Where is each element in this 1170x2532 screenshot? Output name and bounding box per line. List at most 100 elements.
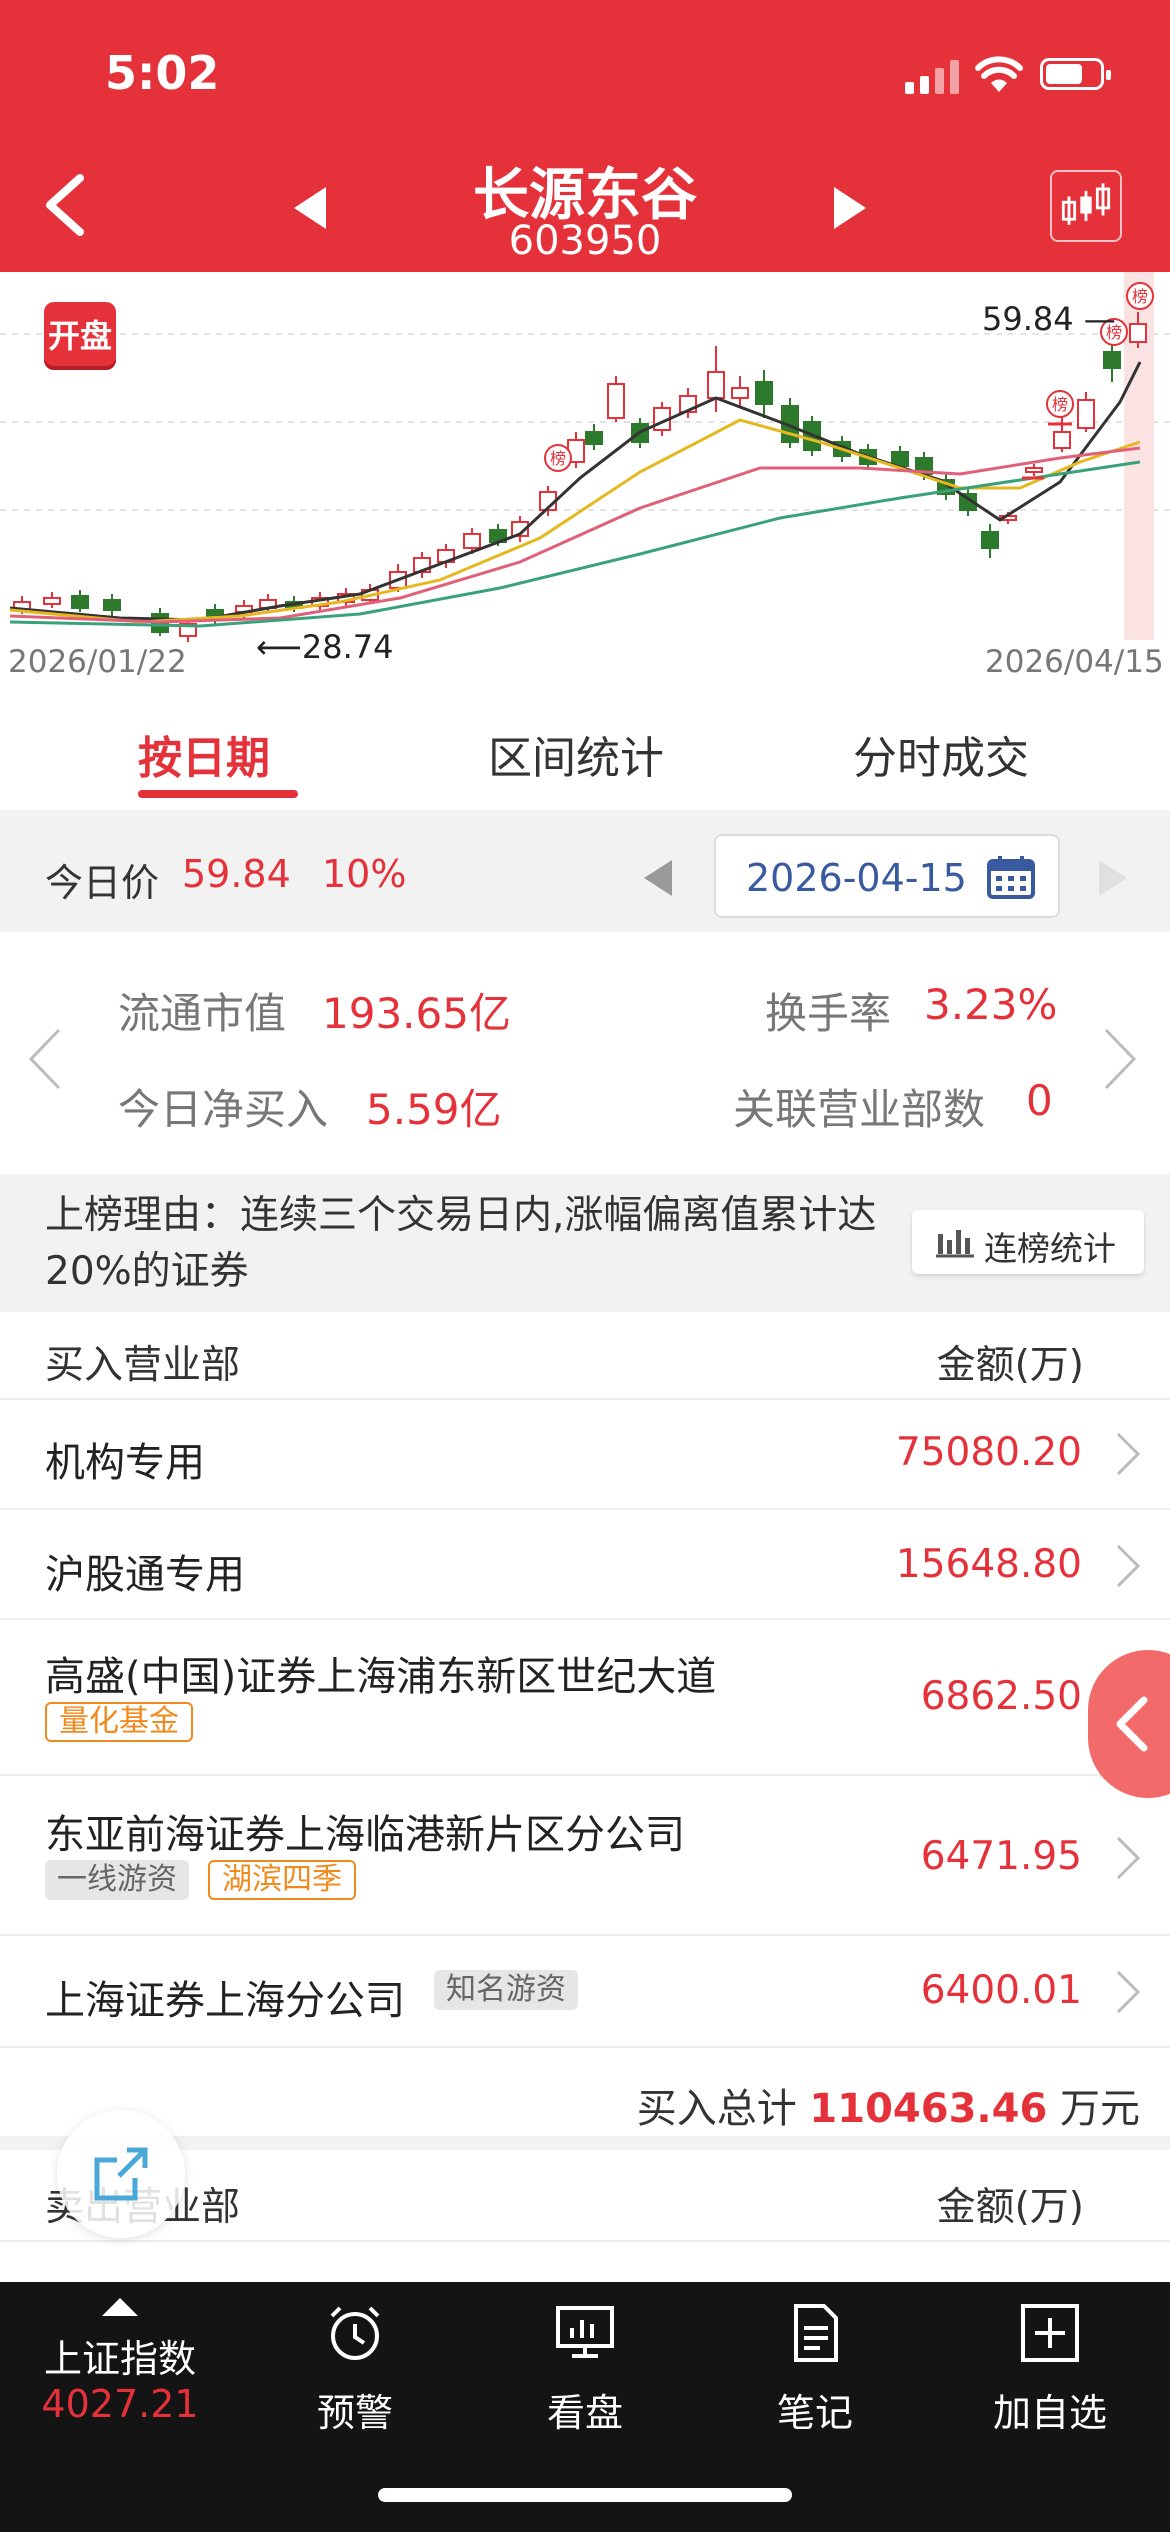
- candle-body: [463, 533, 481, 549]
- note-icon: [794, 2304, 838, 2362]
- branches-label: 关联营业部数: [733, 1085, 986, 1134]
- tab-by-date[interactable]: 按日期: [138, 722, 270, 786]
- buy-amount: 6471.95: [920, 1834, 1082, 1879]
- nav-alert-label: 预警: [316, 2391, 393, 2435]
- buy-row[interactable]: 东亚前海证券上海临港新片区分公司 一线游资 湖滨四季 6471.95: [0, 1776, 1170, 1936]
- calendar-icon: [987, 856, 1035, 899]
- nav-notes-label: 笔记: [776, 2391, 853, 2435]
- branch-name: 沪股通专用: [45, 1552, 245, 1598]
- date-value: 2026-04-15: [746, 856, 967, 900]
- prev-date-button[interactable]: [640, 858, 676, 898]
- candlestick-chart-button[interactable]: [1050, 170, 1122, 242]
- buy-amount: 6400.01: [920, 1968, 1082, 2013]
- branch-name: 上海证券上海分公司: [45, 1978, 405, 2024]
- branches-value: 0: [1026, 1076, 1053, 1125]
- buy-row[interactable]: 沪股通专用 15648.80: [0, 1510, 1170, 1620]
- float-cap-label: 流通市值: [118, 989, 287, 1038]
- nav-market-label: 看盘: [546, 2391, 623, 2435]
- next-date-button[interactable]: [1095, 858, 1131, 898]
- chart-low-label: ⟵28.74: [256, 628, 394, 666]
- stats-next-icon[interactable]: [1100, 1024, 1140, 1094]
- listing-reason: 上榜理由：连续三个交易日内,涨幅偏离值累计达20%的证券 连榜统计: [0, 1174, 1170, 1312]
- consecutive-rank-button[interactable]: 连榜统计: [912, 1210, 1144, 1274]
- nav-add-watchlist[interactable]: 加自选: [975, 2282, 1125, 2452]
- branch-name: 高盛(中国)证券上海浦东新区世纪大道: [45, 1654, 717, 1700]
- back-button[interactable]: [38, 170, 98, 240]
- ma60-line: [9, 460, 1141, 628]
- branch-name: 东亚前海证券上海临港新片区分公司: [45, 1812, 685, 1858]
- candle-body: [585, 431, 603, 445]
- prev-stock-button[interactable]: [290, 185, 330, 231]
- net-buy-label: 今日净买入: [118, 1085, 329, 1134]
- stats-prev-icon[interactable]: [25, 1024, 65, 1094]
- nav-market[interactable]: 看盘: [510, 2282, 660, 2452]
- branch-tag: 湖滨四季: [208, 1860, 356, 1900]
- candle-body: [1077, 399, 1095, 429]
- rank-marker-label: 榜: [550, 449, 566, 468]
- candle-body: [1053, 431, 1071, 449]
- today-price-label: 今日价: [45, 861, 160, 905]
- open-badge: 开盘: [44, 302, 116, 370]
- branch-tag: 量化基金: [45, 1702, 193, 1742]
- buy-branches-table: 买入营业部 金额(万) 机构专用 75080.20 沪股通专用 15648.80…: [0, 1312, 1170, 2136]
- chart-high-label: 59.84 —: [982, 300, 1116, 338]
- candle-body: [731, 387, 749, 399]
- branch-name: 机构专用: [45, 1440, 205, 1486]
- chevron-right-icon: [1116, 1836, 1141, 1880]
- sell-header-amount: 金额(万): [936, 2185, 1084, 2230]
- stats-panel: 流通市值 193.65亿 换手率 3.23% 今日净买入 5.59亿 关联营业部…: [0, 932, 1170, 1174]
- turnover-label: 换手率: [765, 989, 892, 1038]
- signal-icon: [905, 60, 961, 94]
- nav-index[interactable]: 上证指数 4027.21: [0, 2282, 240, 2452]
- buy-total-unit: 万元: [1060, 2086, 1140, 2132]
- buy-header-branch: 买入营业部: [45, 1343, 241, 1388]
- net-buy-value: 5.59亿: [366, 1085, 502, 1134]
- tab-bar: 按日期 区间统计 分时成交: [0, 692, 1170, 810]
- candle-body: [43, 597, 61, 605]
- buy-amount: 15648.80: [895, 1542, 1082, 1587]
- nav-add-watchlist-label: 加自选: [992, 2391, 1107, 2435]
- buy-total-label: 买入总计: [636, 2086, 797, 2132]
- date-picker[interactable]: 2026-04-15: [714, 834, 1060, 918]
- buy-header-amount: 金额(万): [936, 1343, 1084, 1388]
- float-cap-value: 193.65亿: [322, 989, 511, 1038]
- candle-body: [707, 371, 725, 399]
- kline-chart[interactable]: 榜榜榜榜 开盘 59.84 — ⟵28.74 2026/01/22 2026/0…: [0, 272, 1170, 692]
- buy-row[interactable]: 上海证券上海分公司 知名游资 6400.01: [0, 1936, 1170, 2048]
- candle-body: [607, 383, 625, 419]
- chevron-right-icon: [1116, 1970, 1141, 2014]
- candle-body: [1103, 351, 1121, 369]
- next-stock-button[interactable]: [830, 185, 870, 231]
- candle-body: [71, 595, 89, 609]
- home-indicator: [378, 2488, 792, 2502]
- chart-start-date: 2026/01/22: [8, 644, 187, 680]
- share-button[interactable]: [57, 2110, 185, 2238]
- monitor-chart-icon: [556, 2306, 614, 2358]
- today-price: 59.84: [182, 852, 291, 896]
- candle-body: [1129, 323, 1147, 343]
- rank-button-label: 连榜统计: [984, 1229, 1116, 1268]
- nav-alert[interactable]: 预警: [280, 2282, 430, 2452]
- rank-marker-label: 榜: [1052, 395, 1068, 414]
- listing-reason-text: 上榜理由：连续三个交易日内,涨幅偏离值累计达20%的证券: [45, 1193, 877, 1294]
- tab-range-stats[interactable]: 区间统计: [488, 722, 664, 786]
- branch-tag: 一线游资: [45, 1860, 189, 1900]
- buy-amount: 75080.20: [895, 1430, 1082, 1475]
- tab-intraday-trades[interactable]: 分时成交: [853, 722, 1029, 786]
- chevron-left-icon: [1116, 1696, 1148, 1752]
- buy-row[interactable]: 机构专用 75080.20: [0, 1398, 1170, 1510]
- index-name: 上证指数: [43, 2337, 196, 2381]
- ma20-line: [9, 446, 1141, 624]
- buy-row[interactable]: 高盛(中国)证券上海浦东新区世纪大道 量化基金 6862.50: [0, 1620, 1170, 1776]
- today-price-row: 今日价 59.84 10% 2026-04-15: [0, 810, 1170, 932]
- bar-chart-icon: [936, 1230, 974, 1258]
- add-watchlist-icon: [1021, 2304, 1079, 2362]
- candle-body: [1025, 467, 1043, 473]
- stock-code: 603950: [508, 218, 662, 264]
- candle-body: [981, 531, 999, 549]
- nav-notes[interactable]: 笔记: [740, 2282, 890, 2452]
- turnover-value: 3.23%: [924, 980, 1058, 1029]
- wifi-icon: [975, 56, 1023, 92]
- app-header: 5:02 长源东谷 603950: [0, 0, 1170, 272]
- ma5-line: [9, 361, 1142, 622]
